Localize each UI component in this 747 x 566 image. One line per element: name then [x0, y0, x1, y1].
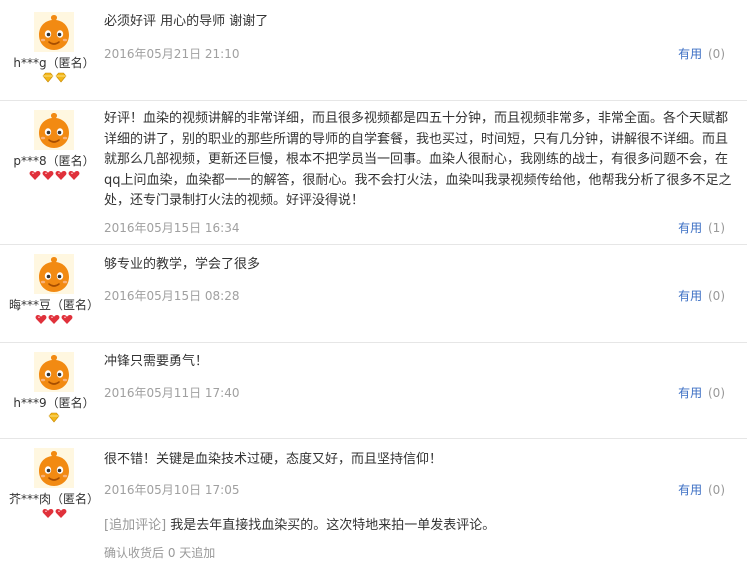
red-heart-icon [35, 315, 47, 324]
review-item: p***8（匿名） 好评！血染的视频讲解的非常详细，而且很多视频都是四五十分钟，… [0, 100, 747, 245]
helpful-button[interactable]: 有用 (0) [678, 287, 725, 304]
red-heart-icon [42, 171, 53, 180]
avatar[interactable] [34, 448, 74, 488]
red-heart-icon [55, 171, 66, 180]
red-heart-icon [55, 509, 66, 518]
avatar[interactable] [34, 352, 74, 392]
reviewer-info: 芥***肉（匿名） [0, 448, 108, 520]
reviewer-name: h***9（匿名） [13, 396, 95, 410]
reviewer-name: 芥***肉（匿名） [8, 492, 99, 506]
default-avatar-icon [34, 254, 74, 294]
helpful-label[interactable]: 有用 [678, 483, 702, 497]
red-heart-icon [48, 315, 60, 324]
review-text: 够专业的教学，学会了很多 [104, 257, 261, 272]
helpful-label[interactable]: 有用 [678, 221, 702, 235]
reviewer-info: h***9（匿名） [0, 352, 108, 424]
helpful-count: (0) [708, 386, 725, 400]
review-text: 好评！血染的视频讲解的非常详细，而且很多视频都是四五十分钟，而且视频非常多，非常… [104, 111, 732, 208]
followup-text: 我是去年直接找血染买的。这次特地来拍一单发表评论。 [170, 518, 496, 533]
review-date: 2016年05月15日 08:28 [104, 289, 240, 303]
helpful-button[interactable]: 有用 (0) [678, 384, 725, 401]
gold-diamond-icon [42, 72, 53, 83]
avatar[interactable] [34, 12, 74, 52]
review-date: 2016年05月15日 16:34 [104, 221, 240, 235]
gold-diamond-icon [55, 72, 66, 83]
review-item: h***9（匿名） 冲锋只需要勇气！ 2016年05月11日 17:40 有用 … [0, 342, 747, 439]
helpful-button[interactable]: 有用 (1) [678, 219, 725, 236]
default-avatar-icon [34, 352, 74, 392]
reviewer-name: 晦***豆（匿名） [8, 298, 99, 312]
reviewer-name: p***8（匿名） [13, 154, 95, 168]
review-date: 2016年05月11日 17:40 [104, 386, 240, 400]
followup-timing: 确认收货后 0 天追加 [104, 546, 216, 560]
helpful-count: (0) [708, 47, 725, 61]
avatar[interactable] [34, 254, 74, 294]
avatar[interactable] [34, 110, 74, 150]
review-item: 芥***肉（匿名） 很不错！关键是血染技术过硬，态度又好，而且坚持信仰！ 201… [0, 438, 747, 566]
red-heart-icon [61, 315, 73, 324]
helpful-button[interactable]: 有用 (0) [678, 45, 725, 62]
review-text: 必须好评 用心的导师 谢谢了 [104, 14, 269, 29]
reviewer-level-badge [0, 314, 108, 326]
red-heart-icon [29, 171, 40, 180]
reviewer-level-badge [0, 170, 108, 182]
reviewer-level-badge [0, 72, 108, 84]
review-date: 2016年05月10日 17:05 [104, 483, 240, 497]
reviewer-info: 晦***豆（匿名） [0, 254, 108, 326]
helpful-label[interactable]: 有用 [678, 47, 702, 61]
red-heart-icon [68, 171, 79, 180]
reviewer-info: p***8（匿名） [0, 110, 108, 182]
helpful-label[interactable]: 有用 [678, 386, 702, 400]
helpful-count: (0) [708, 483, 725, 497]
review-text: 很不错！关键是血染技术过硬，态度又好，而且坚持信仰！ [104, 452, 443, 467]
reviewer-level-badge [0, 412, 108, 424]
helpful-label[interactable]: 有用 [678, 289, 702, 303]
followup-tag: [追加评论] [104, 518, 167, 533]
default-avatar-icon [34, 12, 74, 52]
reviewer-info: h***g（匿名） [0, 12, 108, 84]
default-avatar-icon [34, 448, 74, 488]
reviewer-name: h***g（匿名） [13, 56, 95, 70]
reviewer-level-badge [0, 508, 108, 520]
review-item: 晦***豆（匿名） 够专业的教学，学会了很多 2016年05月15日 08:28… [0, 244, 747, 343]
helpful-count: (0) [708, 289, 725, 303]
review-date: 2016年05月21日 21:10 [104, 47, 240, 61]
followup-review: [追加评论] 我是去年直接找血染买的。这次特地来拍一单发表评论。 [104, 514, 495, 533]
review-text: 冲锋只需要勇气！ [104, 354, 209, 369]
default-avatar-icon [34, 110, 74, 150]
red-heart-icon [42, 509, 53, 518]
helpful-count: (1) [708, 221, 725, 235]
review-item: h***g（匿名） 必须好评 用心的导师 谢谢了 2016年05月21日 21:… [0, 0, 747, 101]
helpful-button[interactable]: 有用 (0) [678, 481, 725, 498]
gold-diamond-icon [48, 412, 60, 423]
